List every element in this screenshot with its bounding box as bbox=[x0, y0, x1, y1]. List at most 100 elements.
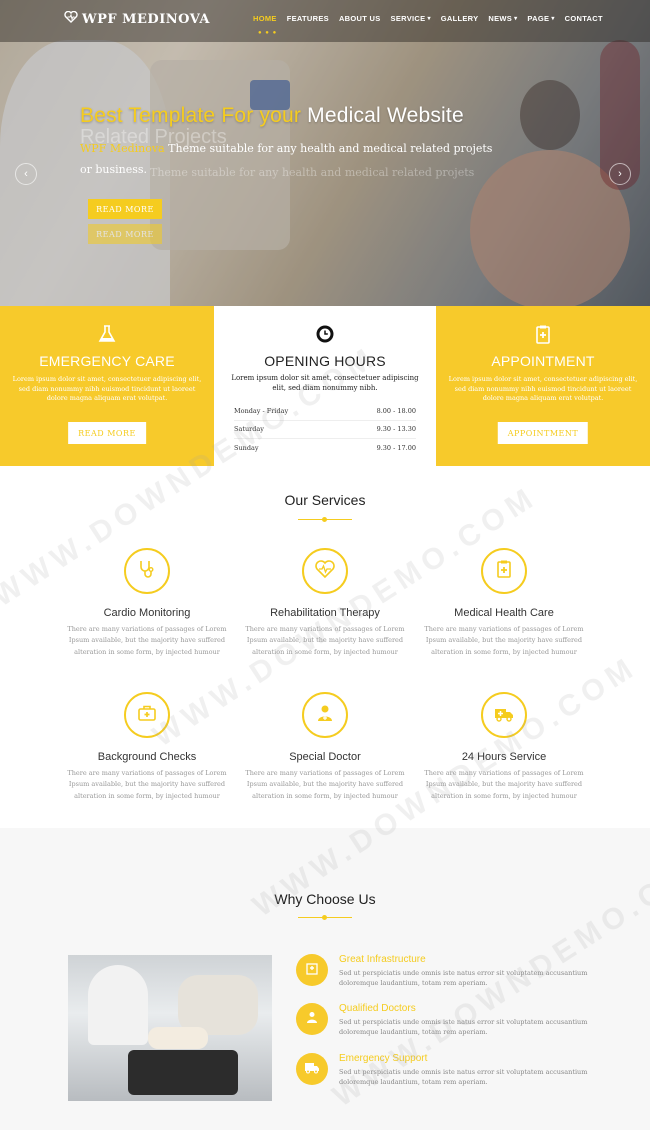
chevron-right-icon: › bbox=[618, 168, 622, 180]
why-title: Why Choose Us bbox=[274, 891, 376, 907]
service-icon-circle bbox=[302, 692, 348, 738]
chevron-down-icon: ▾ bbox=[551, 16, 555, 22]
why-item-title: Great Infrastructure bbox=[339, 954, 426, 965]
chevron-left-icon: ‹ bbox=[24, 168, 28, 180]
nav-item-features[interactable]: FEATURES bbox=[287, 14, 329, 23]
service-icon-circle bbox=[302, 548, 348, 594]
hero-title-prefix: Best Template For your bbox=[80, 104, 302, 127]
why-title-divider bbox=[298, 915, 352, 920]
hero-title-suffix: Medical Website bbox=[307, 104, 464, 127]
hero-subtitle-text: Theme suitable for any health and medica… bbox=[168, 142, 493, 155]
nav-item-home[interactable]: HOME bbox=[253, 14, 277, 23]
nav-item-page[interactable]: PAGE ▾ bbox=[527, 14, 554, 23]
hours-day: Saturday bbox=[234, 425, 264, 434]
lab-photo-centrifuge bbox=[128, 1050, 238, 1095]
why-item-title: Qualified Doctors bbox=[339, 1003, 416, 1014]
clipboard-medical-icon bbox=[533, 324, 553, 344]
emergency-read-more-button[interactable]: READ MORE bbox=[68, 422, 146, 444]
appointment-text: Lorem ipsum dolor sit amet, consectetuer… bbox=[448, 375, 638, 402]
nav-item-label: SERVICE bbox=[390, 14, 426, 23]
opening-hours-box: OPENING HOURS Lorem ipsum dolor sit amet… bbox=[214, 306, 436, 466]
service-text: There are many variations of passages of… bbox=[245, 769, 405, 800]
emergency-care-text: Lorem ipsum dolor sit amet, consectetuer… bbox=[12, 375, 202, 402]
appointment-box: APPOINTMENT Lorem ipsum dolor sit amet, … bbox=[436, 306, 650, 466]
hours-row: Saturday 9.30 - 13.30 bbox=[234, 421, 416, 439]
service-title: 24 Hours Service bbox=[461, 751, 547, 763]
nav-item-contact[interactable]: CONTACT bbox=[565, 14, 603, 23]
nav-item-news[interactable]: NEWS ▾ bbox=[488, 14, 517, 23]
why-item-text: Sed ut perspiciatis unde omnis iste natu… bbox=[339, 1018, 588, 1036]
service-text: There are many variations of passages of… bbox=[67, 625, 227, 656]
opening-hours-text: Lorem ipsum dolor sit amet, consectetuer… bbox=[231, 374, 419, 392]
heart-logo-icon bbox=[64, 10, 78, 27]
appointment-title: APPOINTMENT bbox=[491, 353, 595, 369]
service-title: Special Doctor bbox=[289, 751, 361, 763]
why-icon-circle bbox=[296, 1003, 328, 1035]
ambulance-icon bbox=[304, 1060, 320, 1079]
hero-subtitle-line2: or business. bbox=[80, 163, 148, 176]
top-navbar: WPF MEDINOVA HOME FEATURES ABOUT US SERV… bbox=[0, 0, 650, 42]
doctor-icon bbox=[305, 1010, 319, 1029]
slider-prev-button[interactable]: ‹ bbox=[15, 163, 37, 185]
medical-kit-icon bbox=[493, 558, 515, 585]
hours-row: Sunday 9.30 - 17.00 bbox=[234, 439, 416, 458]
service-text: There are many variations of passages of… bbox=[424, 769, 584, 800]
main-nav: HOME FEATURES ABOUT US SERVICE ▾ GALLERY… bbox=[253, 14, 603, 23]
doctor-icon bbox=[314, 702, 336, 729]
site-logo[interactable]: WPF MEDINOVA bbox=[64, 10, 210, 27]
chevron-down-icon: ▾ bbox=[427, 16, 431, 22]
hero-read-more-button-ghost[interactable]: READ MORE bbox=[88, 224, 162, 244]
active-indicator-dots: ● ● ● bbox=[258, 30, 278, 36]
flask-icon bbox=[97, 324, 117, 344]
service-title: Rehabilitation Therapy bbox=[270, 607, 380, 619]
lab-photo-tube bbox=[148, 1027, 208, 1049]
lab-photo-hand bbox=[178, 975, 258, 1035]
nav-item-gallery[interactable]: GALLERY bbox=[441, 14, 479, 23]
opening-hours-title: OPENING HOURS bbox=[264, 353, 386, 369]
stethoscope-icon bbox=[136, 558, 158, 585]
nav-item-label: PAGE bbox=[527, 14, 550, 23]
emergency-care-box: EMERGENCY CARE Lorem ipsum dolor sit ame… bbox=[0, 306, 214, 466]
lab-photo-glove bbox=[88, 965, 148, 1045]
hero-ghost-subtitle: Theme suitable for any health and medica… bbox=[150, 166, 475, 179]
hero-read-more-button[interactable]: READ MORE bbox=[88, 199, 162, 219]
service-icon-circle bbox=[124, 692, 170, 738]
hours-day: Monday - Friday bbox=[234, 406, 289, 415]
hero-title: Best Template For your Medical Website bbox=[80, 104, 464, 128]
why-icon-circle bbox=[296, 1053, 328, 1085]
nav-item-service[interactable]: SERVICE ▾ bbox=[391, 14, 431, 23]
appointment-button[interactable]: APPOINTMENT bbox=[497, 422, 589, 444]
clock-icon bbox=[315, 324, 335, 344]
service-title: Medical Health Care bbox=[454, 607, 554, 619]
ambulance-icon bbox=[493, 702, 515, 729]
emergency-care-title: EMERGENCY CARE bbox=[39, 353, 175, 369]
hours-time: 9.30 - 17.00 bbox=[376, 444, 416, 453]
hours-time: 8.00 - 18.00 bbox=[376, 406, 416, 415]
slider-next-button[interactable]: › bbox=[609, 163, 631, 185]
hero-subtitle: WPF Medinova Theme suitable for any heal… bbox=[80, 141, 520, 156]
briefcase-medical-icon bbox=[136, 702, 158, 729]
why-item-title: Emergency Support bbox=[339, 1053, 428, 1064]
logo-text: WPF MEDINOVA bbox=[82, 11, 210, 27]
hospital-icon bbox=[305, 961, 319, 980]
hours-day: Sunday bbox=[234, 444, 259, 453]
service-title: Background Checks bbox=[97, 751, 197, 763]
why-item-text: Sed ut perspiciatis unde omnis iste natu… bbox=[339, 1068, 588, 1086]
service-icon-circle bbox=[124, 548, 170, 594]
nav-item-about-us[interactable]: ABOUT US bbox=[339, 14, 381, 23]
service-title: Cardio Monitoring bbox=[103, 607, 191, 619]
heartbeat-icon bbox=[314, 558, 336, 585]
service-text: There are many variations of passages of… bbox=[67, 769, 227, 800]
hours-time: 9.30 - 13.30 bbox=[376, 425, 416, 434]
hours-row: Monday - Friday 8.00 - 18.00 bbox=[234, 402, 416, 421]
why-icon-circle bbox=[296, 954, 328, 986]
chevron-down-icon: ▾ bbox=[514, 16, 518, 22]
service-icon-circle bbox=[481, 548, 527, 594]
lab-photo bbox=[68, 955, 272, 1101]
services-title: Our Services bbox=[284, 492, 366, 508]
services-title-divider bbox=[298, 517, 352, 522]
service-text: There are many variations of passages of… bbox=[245, 625, 405, 656]
service-icon-circle bbox=[481, 692, 527, 738]
hours-table: Monday - Friday 8.00 - 18.00 Saturday 9.… bbox=[234, 402, 416, 458]
hero-subtitle-brand: WPF Medinova bbox=[80, 142, 165, 155]
